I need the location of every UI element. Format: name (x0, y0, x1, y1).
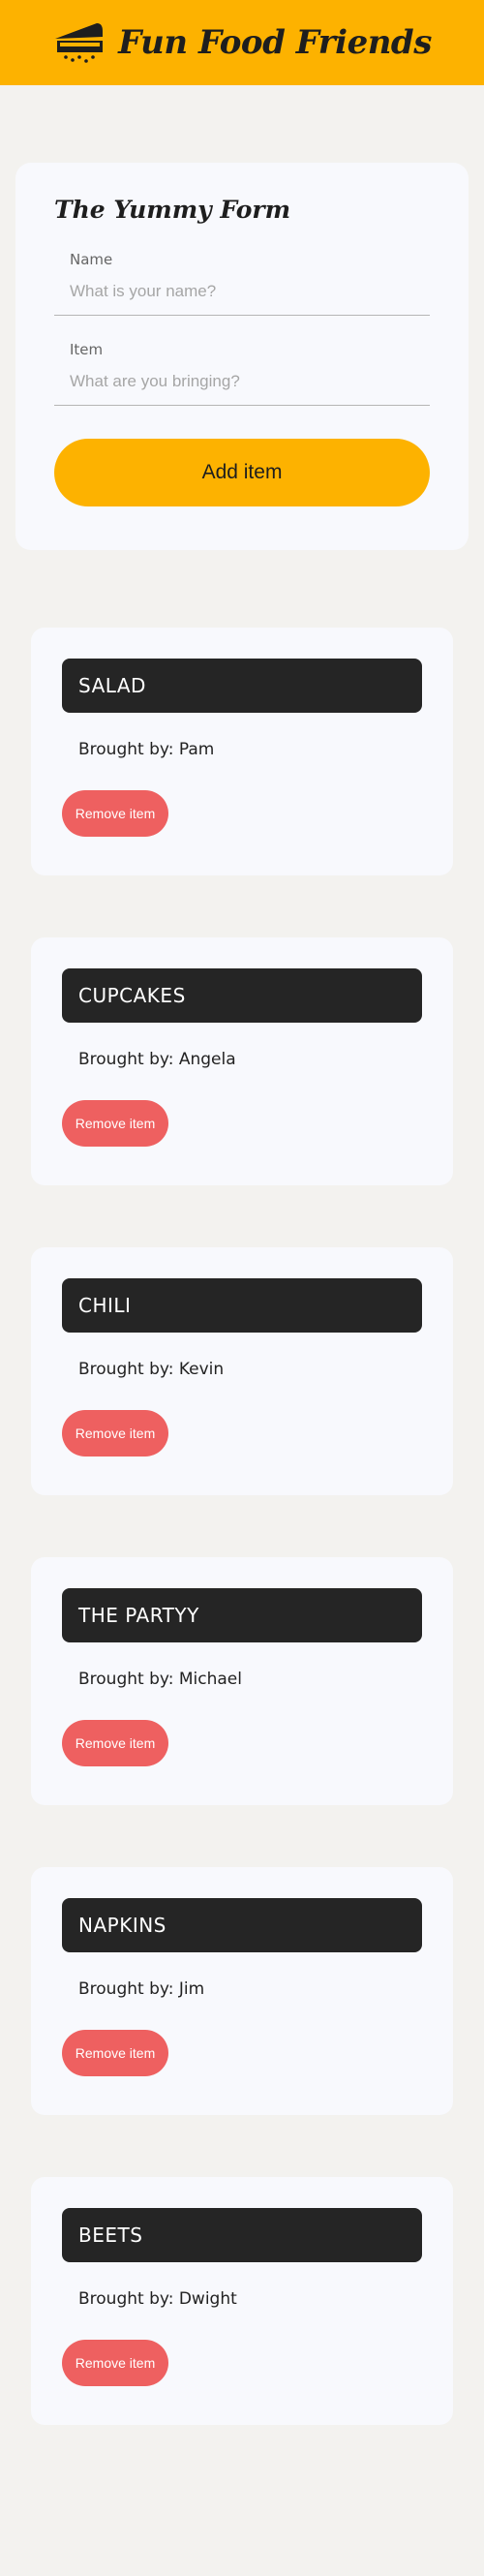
remove-item-button[interactable]: Remove item (62, 1100, 168, 1147)
item-label: Item (70, 341, 104, 358)
item-list: SALAD Brought by: Pam Remove item CUPCAK… (31, 628, 453, 2487)
item-field-group: Item (54, 341, 430, 406)
name-label: Name (70, 251, 113, 268)
item-input[interactable] (54, 358, 430, 406)
item-title: THE PARTYY (62, 1588, 422, 1642)
remove-item-button[interactable]: Remove item (62, 790, 168, 837)
remove-item-button[interactable]: Remove item (62, 1720, 168, 1766)
header-brand: Fun Food Friends (52, 19, 432, 66)
form-title: The Yummy Form (54, 196, 291, 224)
brought-by-text: Brought by: Jim (78, 1979, 205, 1999)
add-item-button[interactable]: Add item (54, 439, 430, 506)
name-input[interactable] (54, 268, 430, 316)
brought-by-text: Brought by: Pam (78, 740, 215, 759)
item-title: SALAD (62, 659, 422, 713)
item-title: CUPCAKES (62, 968, 422, 1023)
item-title: NAPKINS (62, 1898, 422, 1952)
item-card: THE PARTYY Brought by: Michael Remove it… (31, 1557, 453, 1805)
brought-by-text: Brought by: Michael (78, 1670, 242, 1689)
name-field-group: Name (54, 251, 430, 316)
remove-item-button[interactable]: Remove item (62, 2340, 168, 2386)
item-title: BEETS (62, 2208, 422, 2262)
remove-item-button[interactable]: Remove item (62, 1410, 168, 1457)
item-card: CUPCAKES Brought by: Angela Remove item (31, 937, 453, 1185)
pie-icon (55, 21, 104, 63)
remove-item-button[interactable]: Remove item (62, 2030, 168, 2076)
item-card: NAPKINS Brought by: Jim Remove item (31, 1867, 453, 2115)
brought-by-text: Brought by: Angela (78, 1050, 236, 1069)
add-item-form: The Yummy Form Name Item Add item (15, 163, 469, 550)
brought-by-text: Brought by: Dwight (78, 2289, 237, 2309)
item-card: SALAD Brought by: Pam Remove item (31, 628, 453, 875)
app-title: Fun Food Friends (118, 23, 432, 62)
item-card: CHILI Brought by: Kevin Remove item (31, 1247, 453, 1495)
brought-by-text: Brought by: Kevin (78, 1360, 225, 1379)
item-title: CHILI (62, 1278, 422, 1333)
item-card: BEETS Brought by: Dwight Remove item (31, 2177, 453, 2425)
app-header: Fun Food Friends (0, 0, 484, 85)
